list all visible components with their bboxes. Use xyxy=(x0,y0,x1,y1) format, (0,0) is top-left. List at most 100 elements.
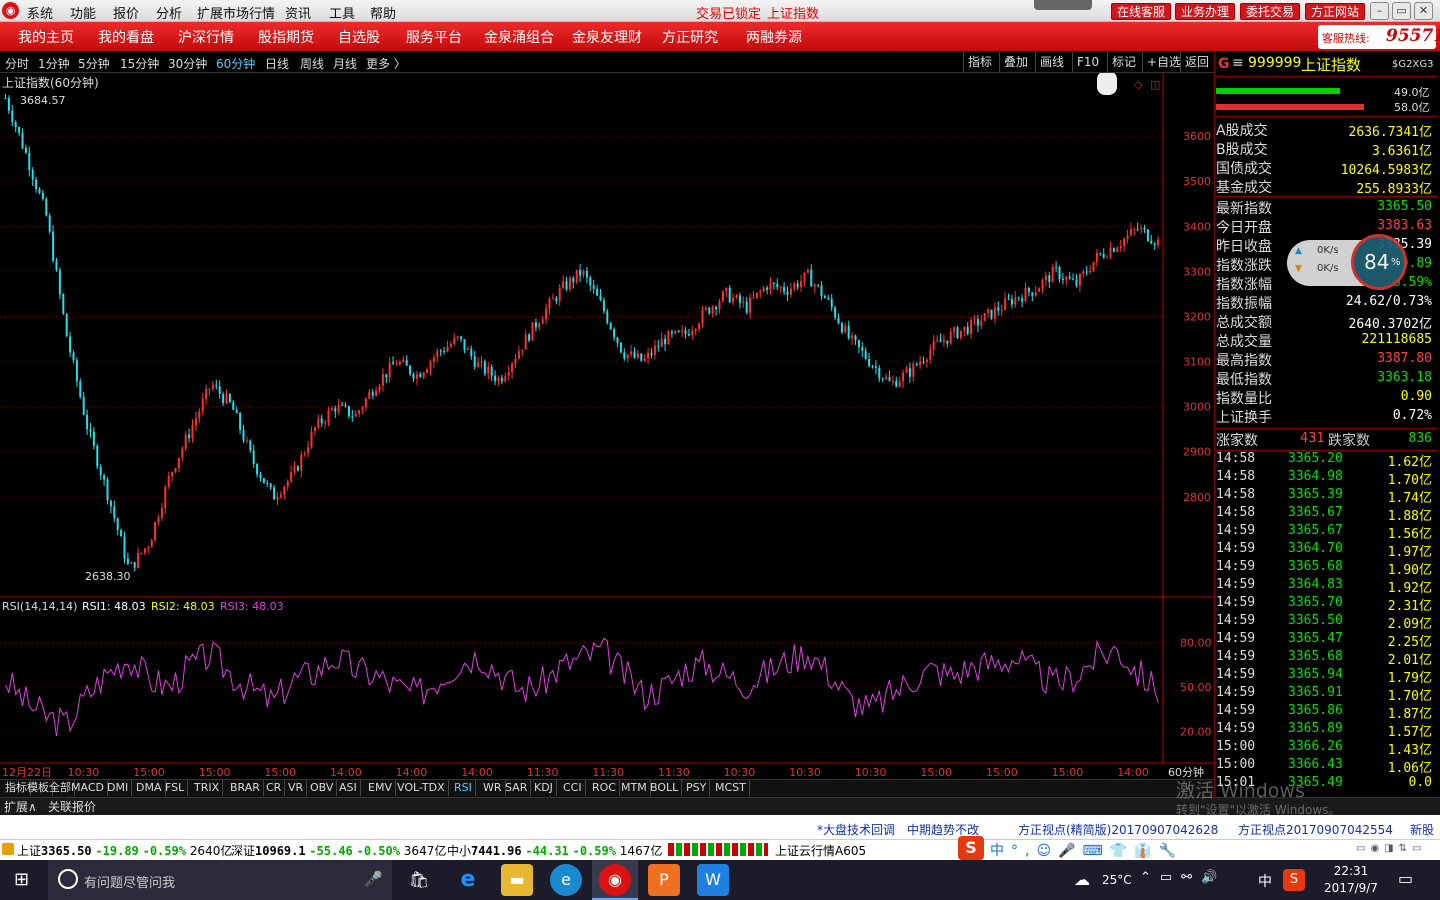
indicator-tab-vol-tdx[interactable]: VOL-TDX xyxy=(394,780,449,796)
sz-index-summary[interactable]: 深证10969.1 -55.46 -0.50% 3647亿 xyxy=(231,842,446,859)
ie-browser-icon[interactable]: e xyxy=(550,864,582,896)
news-item[interactable]: 方正视点20170907042554 xyxy=(1238,821,1393,838)
file-explorer-icon[interactable]: ▬ xyxy=(501,864,533,896)
tool-f10[interactable]: F10 xyxy=(1072,52,1103,72)
period-more[interactable]: 更多 〉 xyxy=(366,55,406,72)
tray-sogou-icon[interactable]: S xyxy=(1283,869,1305,891)
indicator-tab-cci[interactable]: CCI xyxy=(560,780,586,796)
menu-news[interactable]: 资讯 xyxy=(285,3,311,22)
edge-browser-icon[interactable]: e xyxy=(452,864,484,896)
menu-system[interactable]: 系统 xyxy=(27,3,53,22)
indicator-tab-psy[interactable]: PSY xyxy=(683,780,711,796)
cortana-search-box[interactable]: 有问题尽管问我 🎤 xyxy=(48,860,392,900)
tool-add-watch[interactable]: +自选 xyxy=(1142,52,1185,72)
alert-icon[interactable] xyxy=(2,843,14,855)
menu-function[interactable]: 功能 xyxy=(70,3,96,22)
chart-expand-icon[interactable]: ◫ xyxy=(1150,78,1160,91)
menu-help[interactable]: 帮助 xyxy=(370,3,396,22)
indicator-tab-fsl[interactable]: FSL xyxy=(162,780,189,796)
indicator-tab-dmi[interactable]: DMI xyxy=(104,780,133,796)
weather-cloud-icon[interactable]: ☁ xyxy=(1074,870,1090,889)
news-item[interactable]: 方正视点(精简版)20170907042628 xyxy=(1018,821,1218,838)
clock-time[interactable]: 22:31 xyxy=(1326,864,1376,878)
indicator-tab-asi[interactable]: ASI xyxy=(336,780,361,796)
maximize-button[interactable]: ▭ xyxy=(1392,2,1411,20)
writer-app-icon[interactable]: W xyxy=(697,864,729,896)
indicator-tab-dma[interactable]: DMA xyxy=(133,780,166,796)
period-15min[interactable]: 15分钟 xyxy=(120,55,159,72)
clock-date[interactable]: 2017/9/7 xyxy=(1320,881,1382,895)
minimize-button[interactable]: – xyxy=(1370,2,1389,20)
sh-index-summary[interactable]: 上证3365.50 -19.89 -0.59% 2640亿 xyxy=(17,842,232,859)
menu-quotes[interactable]: 报价 xyxy=(113,3,139,22)
period-1min[interactable]: 1分钟 xyxy=(38,55,70,72)
nav-home[interactable]: 我的主页 xyxy=(18,27,74,47)
indicator-tab-sar[interactable]: SAR xyxy=(502,780,532,796)
tray-ime-label[interactable]: 中 xyxy=(1258,871,1272,891)
chart-diamond-icon[interactable]: ◇ xyxy=(1134,78,1143,91)
menu-extended-market[interactable]: 扩展市场行情 xyxy=(197,3,275,22)
tool-draw[interactable]: 画线 xyxy=(1035,52,1068,72)
notification-icon[interactable]: ▭ xyxy=(1398,869,1413,888)
indicator-tab-trix[interactable]: TRIX xyxy=(191,780,224,796)
extension-toggle[interactable]: 扩展∧ xyxy=(4,798,37,815)
nav-my-watch[interactable]: 我的看盘 xyxy=(98,27,154,47)
period-weekly[interactable]: 周线 xyxy=(300,55,324,72)
ime-toolbar[interactable]: 中°,☺🎤⌨👕👔🔧 xyxy=(990,840,1183,860)
related-quotes-tab[interactable]: 关联报价 xyxy=(48,798,96,815)
indicator-tab-macd[interactable]: MACD xyxy=(68,780,108,796)
period-timeshare[interactable]: 分时 xyxy=(5,55,29,72)
menu-analysis[interactable]: 分析 xyxy=(156,3,182,22)
website-button[interactable]: 方正网站 xyxy=(1305,3,1366,20)
period-30min[interactable]: 30分钟 xyxy=(168,55,207,72)
tool-indicator[interactable]: 指标 xyxy=(963,52,996,72)
indicator-tab-obv[interactable]: OBV xyxy=(307,780,338,796)
presentation-app-icon[interactable]: P xyxy=(648,864,680,896)
indicator-tab-emv[interactable]: EMV xyxy=(365,780,396,796)
net-speed-widget[interactable]: ▲ 0K/s ▼ 0K/s 84 % xyxy=(1287,234,1407,290)
nav-wealth[interactable]: 金泉友理财 xyxy=(572,27,642,47)
sogou-ime-icon[interactable]: S xyxy=(958,836,984,860)
sme-index-summary[interactable]: 中小7441.96 -44.31 -0.59% 1467亿 xyxy=(447,842,662,859)
trade-order-button[interactable]: 委托交易 xyxy=(1240,3,1301,20)
business-button[interactable]: 业务办理 xyxy=(1175,3,1236,20)
nav-watchlist[interactable]: 自选股 xyxy=(338,27,380,47)
founder-app-icon[interactable]: ◉ xyxy=(599,864,631,896)
indicator-tab-kdj[interactable]: KDJ xyxy=(531,780,557,796)
indicator-tab-rsi[interactable]: RSI xyxy=(451,780,476,796)
period-60min[interactable]: 60分钟 xyxy=(216,55,255,72)
kline-chart[interactable]: 3600 3500 3400 3300 3200 3100 3000 2900 2800 80.… xyxy=(0,73,1214,779)
tool-mark[interactable]: 标记 xyxy=(1107,52,1140,72)
indicator-tab-brar[interactable]: BRAR xyxy=(227,780,264,796)
status-tray-icons[interactable]: ▭◉◨⇅▭ xyxy=(1356,843,1440,857)
nav-portfolio[interactable]: 金泉涌组合 xyxy=(484,27,554,47)
nav-futures[interactable]: 股指期货 xyxy=(258,27,314,47)
indicator-tab-mcst[interactable]: MCST xyxy=(712,780,750,796)
close-button[interactable]: ✕ xyxy=(1414,2,1433,20)
windows-start-icon[interactable]: ⊞ xyxy=(14,870,34,890)
tool-back[interactable]: 返回 xyxy=(1180,52,1213,72)
news-item[interactable]: *大盘技术回调 xyxy=(817,821,895,838)
weather-temperature[interactable]: 25°C xyxy=(1102,873,1132,887)
nav-margin[interactable]: 两融券源 xyxy=(746,27,802,47)
news-item[interactable]: 新股 xyxy=(1410,821,1434,838)
indicator-tab-cr[interactable]: CR xyxy=(263,780,286,796)
ime-settings-icon: 🔧 xyxy=(1158,843,1184,859)
period-5min[interactable]: 5分钟 xyxy=(78,55,110,72)
cloud-quote-label[interactable]: 上证云行情A605 xyxy=(775,842,866,859)
period-daily[interactable]: 日线 xyxy=(265,55,289,72)
system-tray-icons[interactable]: ⌃▭⚯🔊 xyxy=(1140,870,1226,885)
menu-icon[interactable]: ≡ xyxy=(1232,55,1244,71)
tool-overlay[interactable]: 叠加 xyxy=(999,52,1032,72)
nav-research[interactable]: 方正研究 xyxy=(662,27,718,47)
nav-market[interactable]: 沪深行情 xyxy=(178,27,234,47)
online-service-button[interactable]: 在线客服 xyxy=(1111,3,1172,20)
nav-service[interactable]: 服务平台 xyxy=(406,27,462,47)
indicator-tab-mtm[interactable]: MTM xyxy=(618,780,651,796)
store-icon[interactable]: 🛍 xyxy=(403,864,435,896)
period-monthly[interactable]: 月线 xyxy=(333,55,357,72)
indicator-tab-boll[interactable]: BOLL xyxy=(647,780,683,796)
menu-tools[interactable]: 工具 xyxy=(329,3,355,22)
indicator-tab-vr[interactable]: VR xyxy=(285,780,308,796)
indicator-tab-roc[interactable]: ROC xyxy=(589,780,620,796)
